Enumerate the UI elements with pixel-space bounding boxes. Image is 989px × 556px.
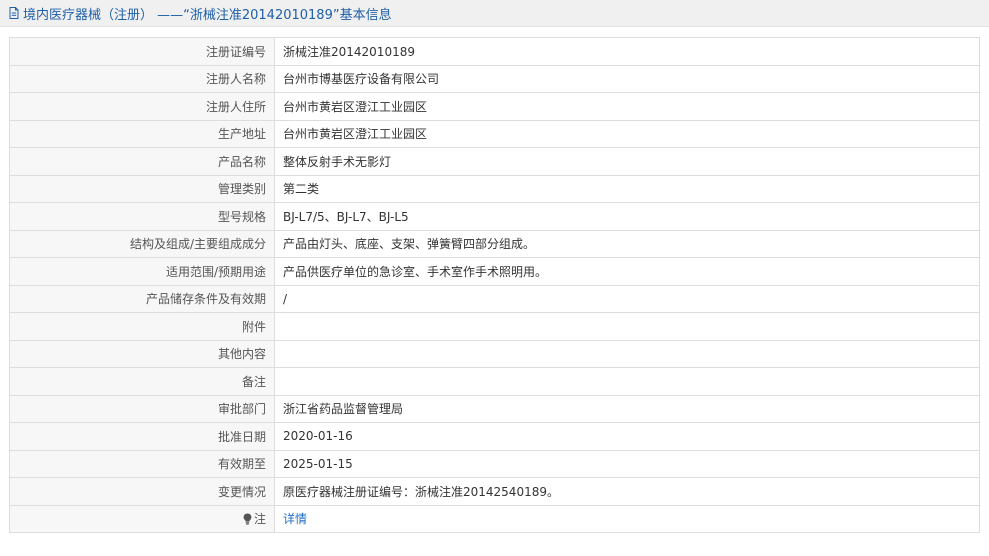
table-row: 附件 [9, 312, 980, 341]
row-value: 产品由灯头、底座、支架、弹簧臂四部分组成。 [274, 229, 980, 258]
row-label: 注册证编号 [9, 37, 275, 66]
note-row: 注 详情 [9, 504, 980, 533]
note-label-cell: 注 [9, 504, 275, 533]
table-row: 注册人名称 台州市博基医疗设备有限公司 [9, 64, 980, 93]
table-row: 产品储存条件及有效期 / [9, 284, 980, 313]
table-row: 型号规格 BJ-L7/5、BJ-L7、BJ-L5 [9, 202, 980, 231]
row-label: 审批部门 [9, 394, 275, 423]
row-value: / [274, 284, 980, 313]
row-label: 变更情况 [9, 477, 275, 506]
row-label: 管理类别 [9, 174, 275, 203]
table-row: 有效期至 2025-01-15 [9, 449, 980, 478]
table-row: 产品名称 整体反射手术无影灯 [9, 147, 980, 176]
row-value: 2025-01-15 [274, 449, 980, 478]
document-icon [7, 6, 21, 20]
row-value: 2020-01-16 [274, 422, 980, 451]
table-row: 其他内容 [9, 339, 980, 368]
row-value: 产品供医疗单位的急诊室、手术室作手术照明用。 [274, 257, 980, 286]
row-value: 浙江省药品监督管理局 [274, 394, 980, 423]
table-row: 适用范围/预期用途 产品供医疗单位的急诊室、手术室作手术照明用。 [9, 257, 980, 286]
row-label: 产品储存条件及有效期 [9, 284, 275, 313]
row-value: 浙械注准20142010189 [274, 37, 980, 66]
row-label: 生产地址 [9, 119, 275, 148]
row-label: 批准日期 [9, 422, 275, 451]
row-value: 台州市黄岩区澄江工业园区 [274, 119, 980, 148]
row-label: 备注 [9, 367, 275, 396]
row-label: 适用范围/预期用途 [9, 257, 275, 286]
note-label: 注 [253, 512, 266, 527]
table-row: 审批部门 浙江省药品监督管理局 [9, 394, 980, 423]
table-row: 批准日期 2020-01-16 [9, 422, 980, 451]
row-value: 原医疗器械注册证编号：浙械注准20142540189。 [274, 477, 980, 506]
detail-link[interactable]: 详情 [283, 512, 307, 526]
row-value [274, 312, 980, 341]
table-row: 注册人住所 台州市黄岩区澄江工业园区 [9, 92, 980, 121]
row-value [274, 339, 980, 368]
row-label: 产品名称 [9, 147, 275, 176]
row-value: 台州市黄岩区澄江工业园区 [274, 92, 980, 121]
row-value: BJ-L7/5、BJ-L7、BJ-L5 [274, 202, 980, 231]
table-row: 变更情况 原医疗器械注册证编号：浙械注准20142540189。 [9, 477, 980, 506]
row-label: 有效期至 [9, 449, 275, 478]
row-value [274, 367, 980, 396]
row-label: 型号规格 [9, 202, 275, 231]
row-value: 整体反射手术无影灯 [274, 147, 980, 176]
row-label: 其他内容 [9, 339, 275, 368]
row-value: 台州市博基医疗设备有限公司 [274, 64, 980, 93]
note-value-cell: 详情 [274, 504, 980, 533]
bulb-icon [243, 513, 252, 525]
row-label: 注册人住所 [9, 92, 275, 121]
page-header: 境内医疗器械（注册） ——“浙械注准20142010189”基本信息 [0, 0, 989, 27]
info-table-container: 注册证编号 浙械注准20142010189 注册人名称 台州市博基医疗设备有限公… [9, 37, 980, 533]
row-label: 注册人名称 [9, 64, 275, 93]
row-value: 第二类 [274, 174, 980, 203]
table-row: 备注 [9, 367, 980, 396]
table-row: 管理类别 第二类 [9, 174, 980, 203]
table-row: 结构及组成/主要组成成分 产品由灯头、底座、支架、弹簧臂四部分组成。 [9, 229, 980, 258]
table-row: 生产地址 台州市黄岩区澄江工业园区 [9, 119, 980, 148]
table-row: 注册证编号 浙械注准20142010189 [9, 37, 980, 66]
row-label: 结构及组成/主要组成成分 [9, 229, 275, 258]
row-label: 附件 [9, 312, 275, 341]
info-table: 注册证编号 浙械注准20142010189 注册人名称 台州市博基医疗设备有限公… [9, 37, 980, 533]
page-title: 境内医疗器械（注册） ——“浙械注准20142010189”基本信息 [23, 7, 392, 23]
